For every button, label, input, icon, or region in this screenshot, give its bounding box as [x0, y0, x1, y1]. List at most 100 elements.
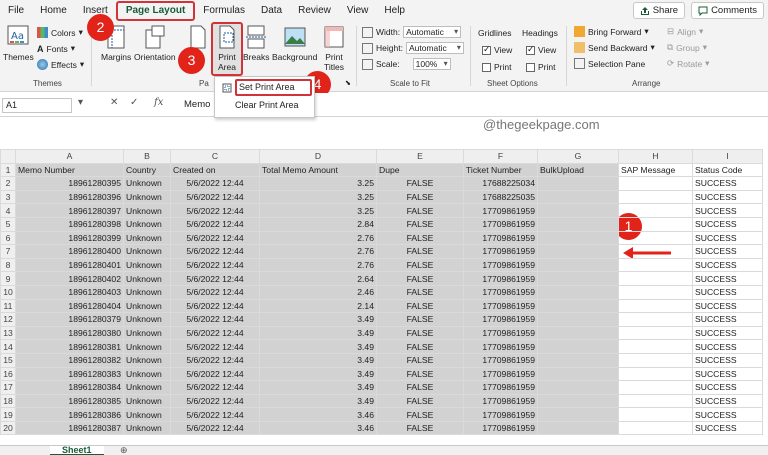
- cell[interactable]: [537, 352, 619, 368]
- cell[interactable]: FALSE: [376, 257, 464, 273]
- cell[interactable]: 3.49: [259, 366, 377, 382]
- cancel-icon[interactable]: ✕: [110, 97, 118, 108]
- cell[interactable]: 3.49: [259, 352, 377, 368]
- menu-data[interactable]: Data: [253, 0, 290, 22]
- cell[interactable]: 5/6/2022 12:44: [170, 189, 260, 205]
- cell[interactable]: 17709861959: [463, 339, 538, 354]
- cell[interactable]: Created on: [170, 162, 260, 178]
- select-all-corner[interactable]: [0, 149, 16, 164]
- cell[interactable]: 3.49: [259, 393, 377, 409]
- row-header[interactable]: 13: [0, 325, 16, 341]
- cell[interactable]: 17709861959: [463, 366, 538, 382]
- fonts-button[interactable]: A Fonts ▾: [37, 43, 75, 54]
- selection-pane-button[interactable]: Selection Pane: [574, 58, 645, 69]
- row-header[interactable]: 3: [0, 189, 16, 205]
- menu-file[interactable]: File: [0, 0, 32, 22]
- cell[interactable]: [618, 203, 693, 218]
- cell[interactable]: 18961280379: [15, 312, 124, 327]
- cell[interactable]: Dupe: [376, 162, 464, 178]
- cell[interactable]: 5/6/2022 12:44: [170, 257, 260, 273]
- cell[interactable]: FALSE: [376, 298, 464, 314]
- cell[interactable]: 5/6/2022 12:44: [170, 312, 260, 327]
- themes-button[interactable]: Aa Themes: [3, 24, 34, 62]
- cell[interactable]: [618, 189, 693, 205]
- cell[interactable]: 17709861959: [463, 298, 538, 314]
- cell[interactable]: Country: [123, 162, 171, 178]
- cell[interactable]: 18961280398: [15, 216, 124, 232]
- cell[interactable]: 3.46: [259, 420, 377, 436]
- headings-view-checkbox[interactable]: View: [526, 44, 556, 55]
- cell[interactable]: 17709861959: [463, 393, 538, 409]
- cell[interactable]: 17709861959: [463, 407, 538, 422]
- cell[interactable]: 2.84: [259, 216, 377, 232]
- namebox-dropdown-icon[interactable]: ▾: [78, 97, 83, 108]
- page-setup-launcher-icon[interactable]: ⬊: [345, 79, 351, 87]
- cell[interactable]: 17709861959: [463, 284, 538, 300]
- menu-home[interactable]: Home: [32, 0, 75, 22]
- cell[interactable]: SUCCESS: [692, 271, 763, 286]
- cell[interactable]: [618, 393, 693, 409]
- cell[interactable]: Unknown: [123, 352, 171, 368]
- cell[interactable]: 3.49: [259, 339, 377, 354]
- cell[interactable]: 3.49: [259, 380, 377, 395]
- cell[interactable]: [618, 257, 693, 273]
- headings-print-checkbox[interactable]: Print: [526, 62, 555, 72]
- cell[interactable]: 18961280380: [15, 325, 124, 341]
- column-header-f[interactable]: F: [463, 149, 538, 164]
- cell[interactable]: [618, 216, 693, 232]
- formula-input[interactable]: Memo: [184, 99, 210, 110]
- cell[interactable]: 17709861959: [463, 203, 538, 218]
- cell[interactable]: [537, 203, 619, 218]
- cell[interactable]: Unknown: [123, 176, 171, 191]
- column-header-b[interactable]: B: [123, 149, 171, 164]
- cell[interactable]: 17688225034: [463, 176, 538, 191]
- bring-forward-button[interactable]: Bring Forward ▾: [574, 26, 649, 37]
- cell[interactable]: Status Code: [692, 162, 763, 178]
- cell[interactable]: [618, 312, 693, 327]
- cell[interactable]: [537, 216, 619, 232]
- row-header[interactable]: 15: [0, 352, 16, 368]
- column-header-i[interactable]: I: [692, 149, 763, 164]
- cell[interactable]: FALSE: [376, 352, 464, 368]
- width-dropdown[interactable]: Automatic: [403, 26, 462, 38]
- cell[interactable]: 17709861959: [463, 325, 538, 341]
- cell[interactable]: 3.49: [259, 312, 377, 327]
- column-header-e[interactable]: E: [376, 149, 464, 164]
- cell[interactable]: SUCCESS: [692, 244, 763, 259]
- cell[interactable]: 18961280381: [15, 339, 124, 354]
- comments-button[interactable]: Comments: [691, 2, 764, 19]
- row-header[interactable]: 4: [0, 203, 16, 218]
- cell[interactable]: 2.76: [259, 257, 377, 273]
- sheet-tab[interactable]: Sheet1: [50, 446, 104, 455]
- cell[interactable]: [537, 393, 619, 409]
- cell[interactable]: FALSE: [376, 284, 464, 300]
- cell[interactable]: [537, 176, 619, 191]
- cell[interactable]: [618, 380, 693, 395]
- row-header[interactable]: 8: [0, 257, 16, 273]
- cell[interactable]: 17709861959: [463, 271, 538, 286]
- cell[interactable]: SAP Message: [618, 162, 693, 178]
- gridlines-view-checkbox[interactable]: View: [482, 44, 512, 55]
- cell[interactable]: SUCCESS: [692, 420, 763, 436]
- cell[interactable]: Unknown: [123, 298, 171, 314]
- background-button[interactable]: Background: [272, 24, 317, 62]
- cell[interactable]: [618, 284, 693, 300]
- cell[interactable]: FALSE: [376, 407, 464, 422]
- cell[interactable]: 5/6/2022 12:44: [170, 352, 260, 368]
- cell[interactable]: 3.49: [259, 325, 377, 341]
- height-dropdown[interactable]: Automatic: [405, 42, 464, 54]
- cell[interactable]: 18961280404: [15, 298, 124, 314]
- cell[interactable]: [537, 284, 619, 300]
- cell[interactable]: FALSE: [376, 420, 464, 436]
- cell[interactable]: 5/6/2022 12:44: [170, 366, 260, 382]
- cell[interactable]: SUCCESS: [692, 176, 763, 191]
- cell[interactable]: FALSE: [376, 339, 464, 354]
- cell[interactable]: [618, 271, 693, 286]
- scale-spinner[interactable]: 100%: [412, 58, 451, 70]
- cell[interactable]: Unknown: [123, 420, 171, 436]
- cell[interactable]: 5/6/2022 12:44: [170, 244, 260, 259]
- cell[interactable]: 2.46: [259, 284, 377, 300]
- cell[interactable]: 17709861959: [463, 312, 538, 327]
- cell[interactable]: FALSE: [376, 271, 464, 286]
- cell[interactable]: [537, 230, 619, 246]
